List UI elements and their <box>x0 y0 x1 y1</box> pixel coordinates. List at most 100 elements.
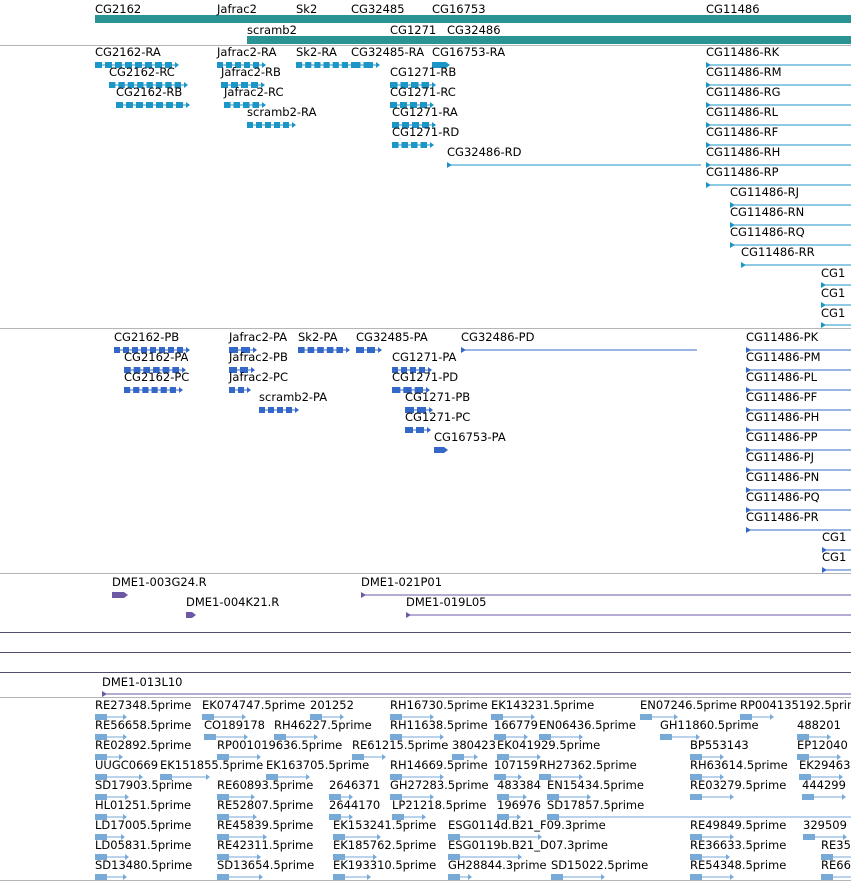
transcript-label-jafrac2-rb[interactable]: Jafrac2-RB <box>221 66 281 79</box>
est-label-ek193310-5prime[interactable]: EK193310.5prime <box>333 859 436 872</box>
protein-label-cg11486-ph[interactable]: CG11486-PH <box>746 411 819 424</box>
protein-label-cg1271-pc[interactable]: CG1271-PC <box>405 411 470 424</box>
est-label-hl01251-5prime[interactable]: HL01251.5prime <box>95 799 191 812</box>
est-block-444299[interactable] <box>802 794 814 800</box>
est-label-ld17005-5prime[interactable]: LD17005.5prime <box>95 819 191 832</box>
protein-label-cg11486-pr[interactable]: CG11486-PR <box>746 511 819 524</box>
transcript-glyph-sk2-ra-exon[interactable] <box>296 62 303 68</box>
est-label-re42311-5prime[interactable]: RE42311.5prime <box>217 839 313 852</box>
protein-label-cg1[interactable]: CG1 <box>822 551 846 564</box>
protein-glyph-cg1271-pc-exon[interactable] <box>405 427 413 433</box>
protein-label-cg1[interactable]: CG1 <box>822 531 846 544</box>
transcript-glyph-scramb2-ra-exon[interactable] <box>274 122 280 128</box>
transcript-glyph-scramb2-ra-exon[interactable] <box>256 122 262 128</box>
protein-label-cg11486-pf[interactable]: CG11486-PF <box>746 391 817 404</box>
clone-label-dme1-004k21-r[interactable]: DME1-004K21.R <box>186 596 279 609</box>
transcript-glyph-jafrac2-rc-exon[interactable] <box>224 102 231 108</box>
est-label-gh27283-5prime[interactable]: GH27283.5prime <box>390 779 489 792</box>
protein-label-cg11486-pj[interactable]: CG11486-PJ <box>746 451 814 464</box>
transcript-label-cg11486-rf[interactable]: CG11486-RF <box>706 126 778 139</box>
transcript-glyph-scramb2-ra-exon[interactable] <box>283 122 289 128</box>
protein-glyph-cg32485-pa-exon[interactable] <box>367 347 375 353</box>
est-label-uugc0669[interactable]: UUGC0669 <box>95 759 158 772</box>
est-label-re36633-5prime[interactable]: RE36633.5prime <box>690 839 786 852</box>
est-label-re27348-5prime[interactable]: RE27348.5prime <box>95 699 191 712</box>
clone-label-dme1-019l05[interactable]: DME1-019L05 <box>406 596 487 609</box>
gene-span-cg32486[interactable] <box>447 36 851 44</box>
est-label-re35[interactable]: RE35 <box>821 839 851 852</box>
protein-glyph-cg2162-pc-exon[interactable] <box>151 387 158 393</box>
est-label-re61215-5prime[interactable]: RE61215.5prime <box>352 739 448 752</box>
protein-label-cg1271-pa[interactable]: CG1271-PA <box>392 351 456 364</box>
est-block-gh11860-5prime[interactable] <box>660 734 672 740</box>
transcript-glyph-cg2162-rb-exon[interactable] <box>166 102 173 108</box>
protein-glyph-sk2-pa-exon[interactable] <box>317 347 324 353</box>
est-label-sd13654-5prime[interactable]: SD13654.5prime <box>217 859 314 872</box>
transcript-glyph-cg2162-ra-exon[interactable] <box>95 62 102 68</box>
est-label-196976[interactable]: 196976 <box>497 799 541 812</box>
protein-label-cg1271-pd[interactable]: CG1271-PD <box>392 371 458 384</box>
protein-glyph-cg2162-pb-exon[interactable] <box>114 347 120 353</box>
protein-glyph-jafrac2-pc-exon[interactable] <box>238 387 244 393</box>
est-label-en15434-5prime[interactable]: EN15434.5prime <box>547 779 644 792</box>
est-label-rp001019636-5prime[interactable]: RP001019636.5prime <box>217 739 342 752</box>
transcript-glyph-cg2162-rb-exon[interactable] <box>146 102 153 108</box>
protein-glyph-cg16753-pa[interactable] <box>434 447 444 453</box>
transcript-glyph-scramb2-ra-exon[interactable] <box>247 122 253 128</box>
transcript-label-cg2162-rc[interactable]: CG2162-RC <box>109 66 175 79</box>
protein-glyph-sk2-pa-exon[interactable] <box>307 347 315 353</box>
est-label-483384[interactable]: 483384 <box>497 779 541 792</box>
transcript-label-cg1271-rc[interactable]: CG1271-RC <box>390 86 456 99</box>
est-label-rh63614-5prime[interactable]: RH63614.5prime <box>690 759 788 772</box>
transcript-glyph-sk2-ra-exon[interactable] <box>305 62 312 68</box>
transcript-glyph-sk2-ra-exon[interactable] <box>323 62 330 68</box>
est-label-sd17857-5prime[interactable]: SD17857.5prime <box>547 799 644 812</box>
est-label-bp553143[interactable]: BP553143 <box>690 739 749 752</box>
transcript-label-cg11486-rl[interactable]: CG11486-RL <box>706 106 778 119</box>
est-label-re52807-5prime[interactable]: RE52807.5prime <box>217 799 313 812</box>
protein-glyph-sk2-pa-exon[interactable] <box>298 347 305 353</box>
gene-label-cg32485[interactable]: CG32485 <box>351 3 405 16</box>
est-label-444299[interactable]: 444299 <box>802 779 846 792</box>
est-label-en06436-5prime[interactable]: EN06436.5prime <box>539 719 636 732</box>
transcript-label-cg11486-rq[interactable]: CG11486-RQ <box>730 226 805 239</box>
transcript-label-cg2162-ra[interactable]: CG2162-RA <box>95 46 161 59</box>
est-label-esg0119b-b21-d07-3prime[interactable]: ESG0119b.B21_D07.3prime <box>448 839 608 852</box>
est-label-re60893-5prime[interactable]: RE60893.5prime <box>217 779 313 792</box>
est-label-sd13480-5prime[interactable]: SD13480.5prime <box>95 859 192 872</box>
est-label-107159[interactable]: 107159 <box>494 759 538 772</box>
est-label-rh14669-5prime[interactable]: RH14669.5prime <box>390 759 488 772</box>
est-label-ek041929-5prime[interactable]: EK041929.5prime <box>497 739 600 752</box>
transcript-label-cg11486-rk[interactable]: CG11486-RK <box>706 46 779 59</box>
est-label-en07246-5prime[interactable]: EN07246.5prime <box>640 699 737 712</box>
est-label-ek074747-5prime[interactable]: EK074747.5prime <box>202 699 305 712</box>
est-label-re45839-5prime[interactable]: RE45839.5prime <box>217 819 313 832</box>
est-label-380423[interactable]: 380423 <box>452 739 496 752</box>
transcript-glyph-cg2162-rb-exon[interactable] <box>126 102 133 108</box>
protein-label-cg11486-pm[interactable]: CG11486-PM <box>746 351 821 364</box>
transcript-glyph-cg1271-rd-exon[interactable] <box>392 142 399 148</box>
transcript-label-cg1[interactable]: CG1 <box>821 287 845 300</box>
transcript-glyph-scramb2-ra-exon[interactable] <box>265 122 271 128</box>
clone-glyph-dme1-003g24-r[interactable] <box>112 592 124 598</box>
est-label-ek143231-5prime[interactable]: EK143231.5prime <box>491 699 594 712</box>
transcript-label-cg16753-ra[interactable]: CG16753-RA <box>432 46 505 59</box>
protein-glyph-scramb2-pa-exon[interactable] <box>268 407 274 413</box>
transcript-label-cg11486-rm[interactable]: CG11486-RM <box>706 66 782 79</box>
est-label-ld05831-5prime[interactable]: LD05831.5prime <box>95 839 191 852</box>
protein-glyph-cg2162-pc-exon[interactable] <box>169 387 176 393</box>
est-label-ep12040[interactable]: EP12040 <box>797 739 848 752</box>
transcript-glyph-cg1271-rd-exon[interactable] <box>401 142 409 148</box>
est-label-sd17903-5prime[interactable]: SD17903.5prime <box>95 779 192 792</box>
protein-label-cg11486-pk[interactable]: CG11486-PK <box>746 331 818 344</box>
protein-glyph-cg1271-pc-exon[interactable] <box>416 427 424 433</box>
protein-glyph-cg1271-pd-exon[interactable] <box>392 387 401 393</box>
transcript-label-jafrac2-rc[interactable]: Jafrac2-RC <box>224 86 284 99</box>
transcript-glyph-cg2162-rb-exon[interactable] <box>136 102 143 108</box>
protein-glyph-sk2-pa-exon[interactable] <box>336 347 343 353</box>
transcript-glyph-cg1271-rd-exon[interactable] <box>411 142 418 148</box>
protein-label-jafrac2-pc[interactable]: Jafrac2-PC <box>229 371 288 384</box>
protein-glyph-cg2162-pc-exon[interactable] <box>133 387 140 393</box>
protein-label-cg16753-pa[interactable]: CG16753-PA <box>434 431 506 444</box>
protein-label-cg11486-pq[interactable]: CG11486-PQ <box>746 491 820 504</box>
